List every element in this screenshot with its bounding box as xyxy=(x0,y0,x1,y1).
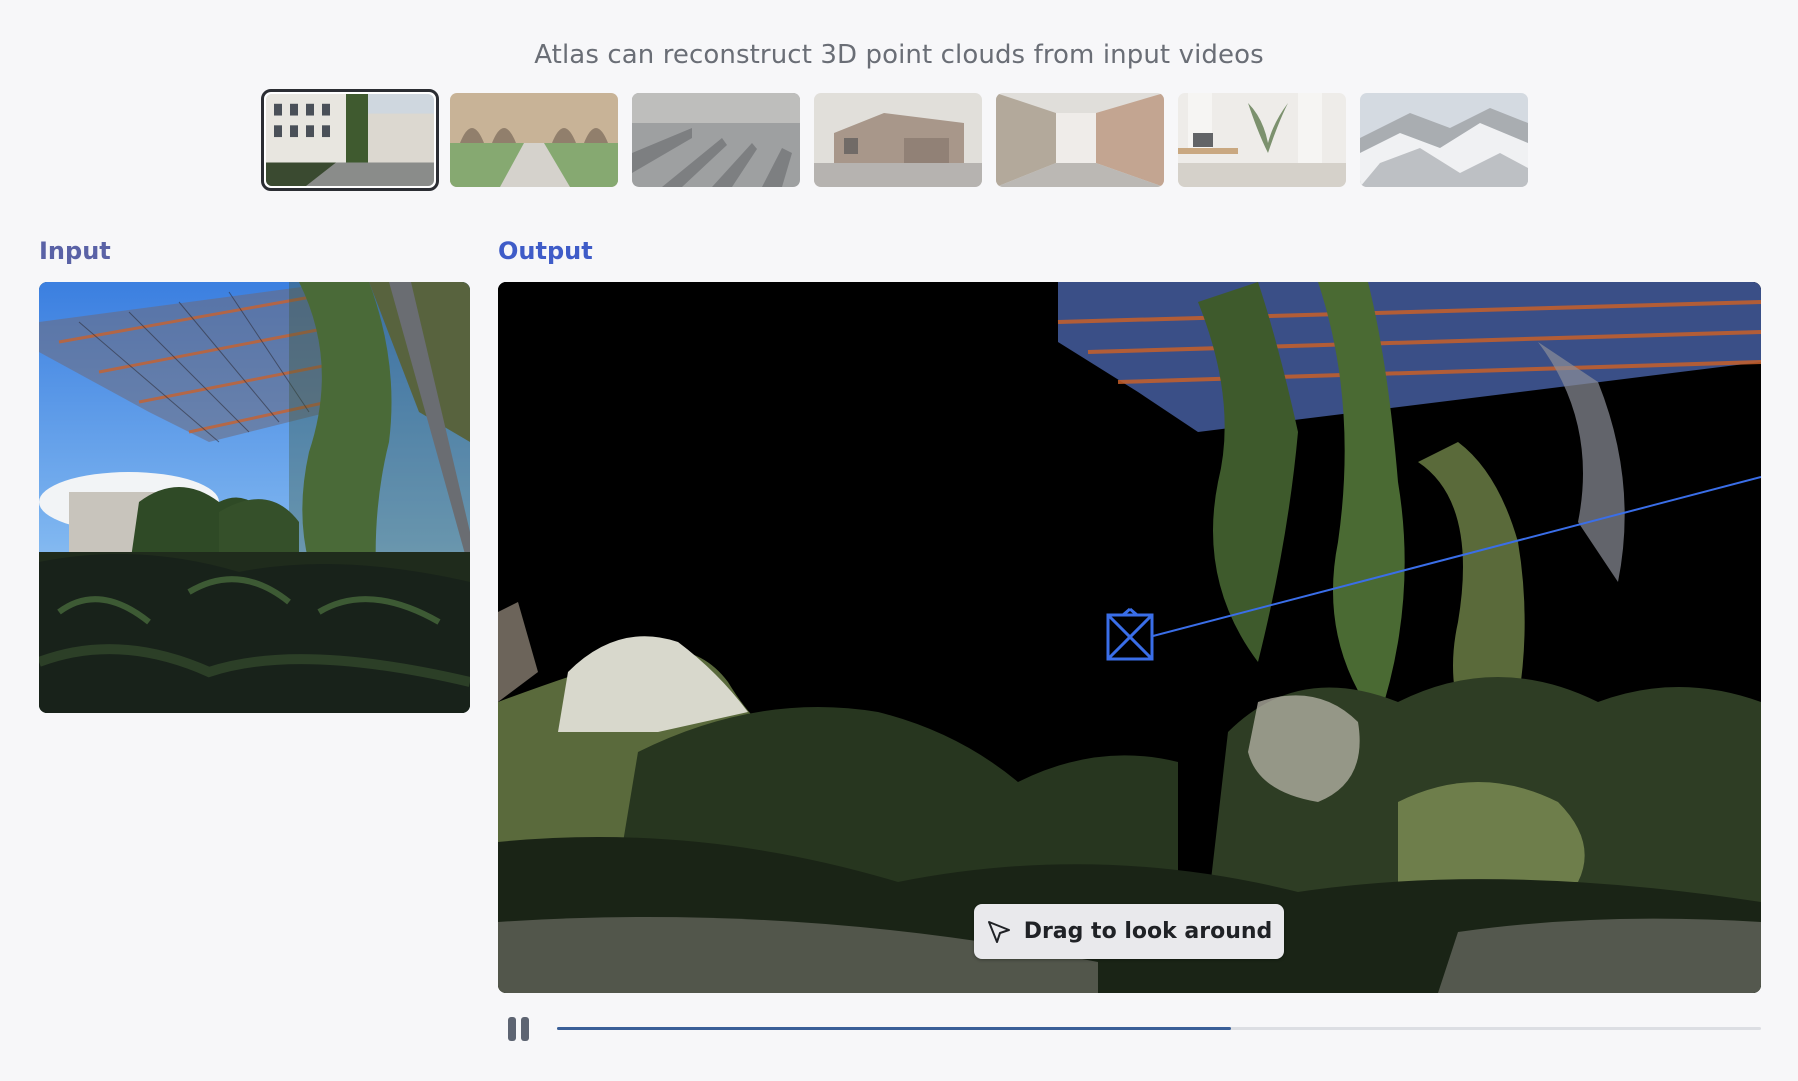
video-progress-fill xyxy=(557,1027,1232,1030)
thumbnail-image xyxy=(1360,93,1528,187)
input-video-frame xyxy=(39,282,470,713)
thumbnail-image xyxy=(266,94,434,186)
cursor-arrow-icon xyxy=(987,920,1010,943)
drag-hint-label: Drag to look around xyxy=(1023,919,1273,944)
point-cloud-viewer[interactable]: Drag to look around xyxy=(498,282,1761,993)
thumbnail-image xyxy=(450,93,618,187)
thumbnail-office-interior[interactable] xyxy=(1178,93,1346,187)
pause-button[interactable] xyxy=(508,1017,530,1041)
thumbnail-house-garage[interactable] xyxy=(814,93,982,187)
thumbnail-image xyxy=(632,93,800,187)
video-thumbnail-strip xyxy=(261,89,1528,191)
thumbnail-arched-courtyard[interactable] xyxy=(450,93,618,187)
drag-to-look-around-hint: Drag to look around xyxy=(974,904,1284,959)
thumbnail-building-courtyard[interactable] xyxy=(261,89,439,191)
output-section-label: Output xyxy=(498,237,593,265)
pause-icon-bar-left xyxy=(508,1017,516,1041)
point-cloud-render xyxy=(498,282,1761,993)
thumbnail-image xyxy=(814,93,982,187)
thumbnail-image xyxy=(1178,93,1346,187)
thumbnail-brick-alley[interactable] xyxy=(996,93,1164,187)
input-video xyxy=(39,282,470,713)
video-progress-bar[interactable] xyxy=(557,1027,1761,1030)
input-section-label: Input xyxy=(39,237,111,265)
thumbnail-image xyxy=(996,93,1164,187)
pause-icon-bar-right xyxy=(521,1017,529,1041)
page-headline: Atlas can reconstruct 3D point clouds fr… xyxy=(534,40,1264,70)
thumbnail-warehouse-shelves[interactable] xyxy=(632,93,800,187)
thumbnail-snowy-mountain[interactable] xyxy=(1360,93,1528,187)
